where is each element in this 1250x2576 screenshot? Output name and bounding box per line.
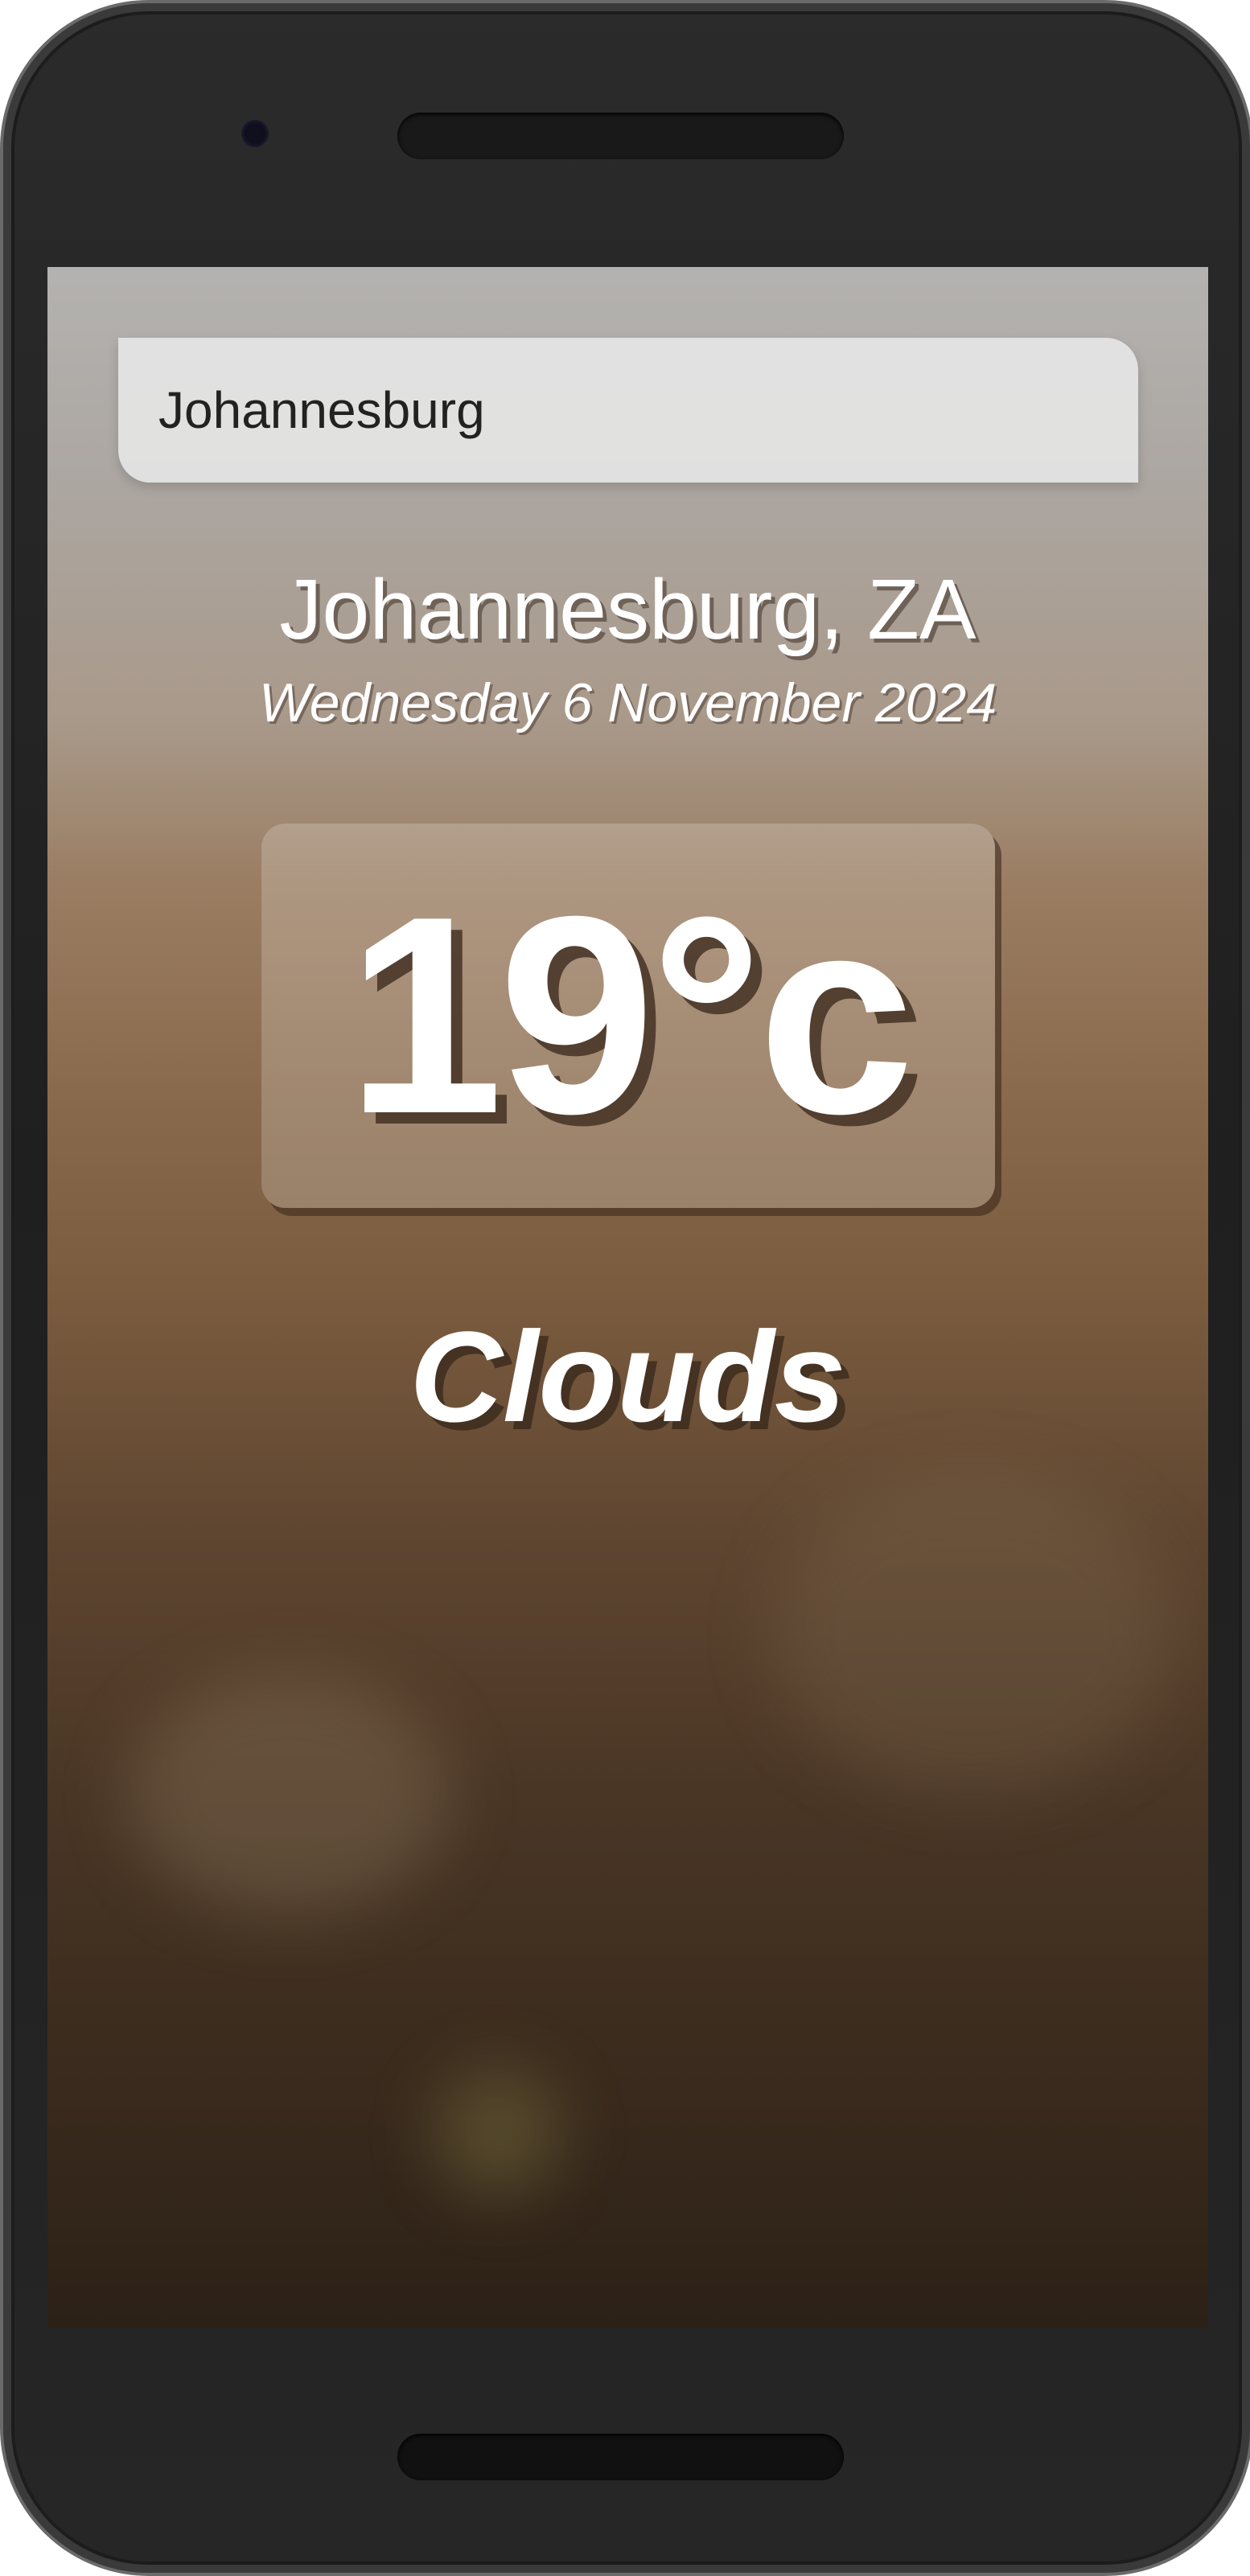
app-screen: Johannesburg, ZA Wednesday 6 November 20… [47,267,1208,2327]
front-camera [241,120,269,147]
background-glow [434,2069,562,2197]
weather-condition: Clouds [409,1304,846,1448]
phone-frame: Johannesburg, ZA Wednesday 6 November 20… [0,0,1250,2576]
volume-button [1247,1105,1250,1427]
temperature-value: 19°c [347,858,915,1173]
bottom-speaker [397,2434,844,2480]
city-search-input[interactable] [118,338,1138,483]
date-label: Wednesday 6 November 2024 [258,672,997,733]
earpiece-speaker [397,113,844,159]
power-button [1247,852,1250,1013]
background-mist [128,1674,450,1916]
background-mist [771,1473,1174,1795]
location-label: Johannesburg, ZA [279,562,977,657]
temperature-card: 19°c [261,824,995,1208]
